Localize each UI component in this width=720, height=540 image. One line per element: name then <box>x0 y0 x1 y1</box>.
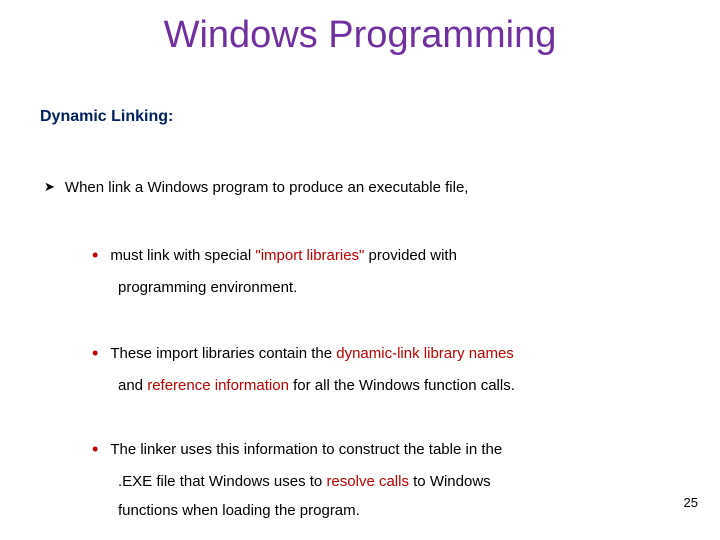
slide: Windows Programming Dynamic Linking: ➤ Wh… <box>0 0 720 540</box>
sub2-line2-pre: and <box>118 377 147 394</box>
sub2-line2-post: for all the Windows function calls. <box>289 377 515 394</box>
sub-bullet-2: • These import libraries contain the dyna… <box>92 336 680 400</box>
top-bullet: ➤ When link a Windows program to produce … <box>44 175 680 201</box>
sub1-highlight: "import libraries" <box>255 247 364 264</box>
sub1-line2: programming environment. <box>118 273 680 302</box>
bullet-dot-icon: • <box>92 336 98 371</box>
sub3-line3: functions when loading the program. <box>118 496 680 525</box>
sub-bullet-1: • must link with special "import librarie… <box>92 238 680 302</box>
arrow-icon: ➤ <box>44 176 55 198</box>
sub2-line2-highlight: reference information <box>147 377 289 394</box>
sub3-line2-pre: .EXE file that Windows uses to <box>118 473 326 490</box>
sub2-highlight: dynamic-link library names <box>336 345 514 362</box>
sub-bullet-3: • The linker uses this information to con… <box>92 432 680 526</box>
sub3-line2-post: to Windows <box>409 473 491 490</box>
sub3-line1: The linker uses this information to cons… <box>110 441 502 458</box>
bullet-dot-icon: • <box>92 432 98 467</box>
slide-title: Windows Programming <box>0 14 720 57</box>
sub2-pre: These import libraries contain the <box>110 345 336 362</box>
sub1-post: provided with <box>364 247 457 264</box>
bullet-dot-icon: • <box>92 238 98 273</box>
top-bullet-text: When link a Windows program to produce a… <box>65 179 469 196</box>
sub3-line2-highlight: resolve calls <box>326 473 409 490</box>
page-number: 25 <box>684 495 698 510</box>
section-heading: Dynamic Linking: <box>40 108 173 126</box>
sub1-pre: must link with special <box>110 247 255 264</box>
